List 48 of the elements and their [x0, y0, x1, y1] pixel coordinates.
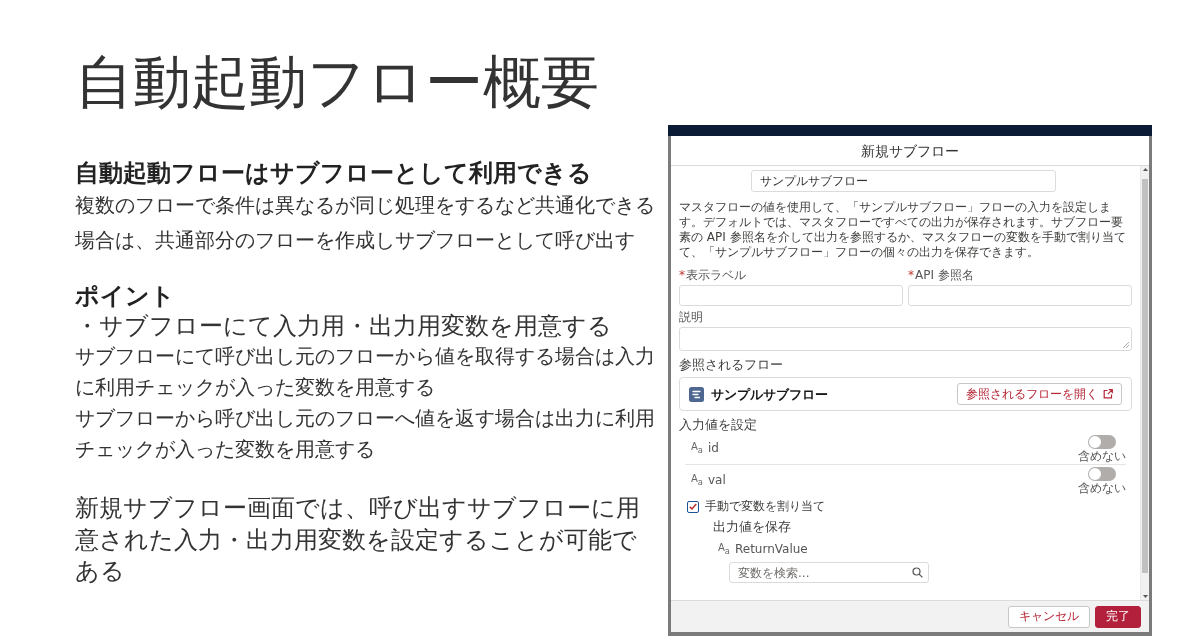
text-input[interactable] — [679, 285, 903, 306]
slide-title: 自動起動フロー概要 — [75, 48, 599, 116]
variable-name: ReturnValue — [734, 542, 808, 557]
flow-field[interactable]: サンプルサブフロー — [751, 170, 1056, 192]
point-detail: サブフローにて呼び出し元のフローから値を取得する場合は入力に利用チェックが入った変数を用意する — [75, 344, 656, 401]
check-icon — [689, 503, 697, 510]
type-indicator: A$_{a}$ — [718, 541, 730, 558]
scroll-up-icon — [1142, 168, 1148, 171]
type-indicator: A$_{a}$ — [691, 440, 703, 457]
scroll-down-icon — [1142, 595, 1148, 598]
scrollbar[interactable] — [1140, 166, 1149, 600]
checkbox[interactable] — [687, 500, 699, 513]
dialog-title: 新規サブフロー — [861, 141, 959, 160]
section-heading: 参照されるフロー — [679, 357, 783, 373]
help-text: マスタフローの値を使用して、「サンプルサブフロー」フローの入力を設定します。デフォルトでは、マスタフローですべての出力が保存されます。サブフロー要素の API 参照名を介して出力を参照するか、マスタフローの変数を手動で割り当てて、「サンプルサブフロー」フローの個々の出力を保存できます。 — [679, 200, 1127, 260]
checkbox-label: 手動で変数を割り当て — [705, 499, 825, 514]
field-label: 説明 — [679, 310, 703, 325]
flow-icon — [689, 386, 704, 402]
variable-name: val — [707, 473, 726, 488]
search-icon — [912, 567, 923, 578]
intro-paragraph: 複数のフローで条件は異なるが同じ処理をするなど共通化できる場合は、共通部分のフローを作成しサブフローとして呼び出す — [75, 192, 656, 254]
resize-grip-icon — [1123, 342, 1129, 348]
open-flow-button[interactable]: 参照されるフローを開く — [957, 383, 1122, 405]
variable-search-field[interactable]: 変数を検索... — [729, 562, 929, 583]
point-detail: サブフローから呼び出し元のフローへ値を返す場合は出力に利用チェックが入った変数を用意する — [75, 406, 656, 463]
field-label: 表示ラベル — [686, 268, 746, 283]
text-input[interactable] — [908, 285, 1132, 306]
toggle-switch[interactable] — [1088, 434, 1116, 449]
type-indicator: A$_{a}$ — [691, 472, 703, 489]
variable-name: id — [707, 441, 719, 456]
point-bullet: ・サブフローにて入力用・出力用変数を用意する — [75, 311, 612, 341]
point-heading: ポイント — [75, 281, 175, 311]
description-textarea[interactable] — [679, 327, 1132, 351]
required-mark: * — [679, 268, 685, 283]
scrollbar-thumb[interactable] — [1142, 179, 1148, 573]
toggle-label: 含めない — [1078, 448, 1126, 463]
required-mark: * — [908, 268, 914, 283]
flow-name: サンプルサブフロー — [711, 386, 828, 402]
done-button[interactable]: 完了 — [1095, 605, 1141, 628]
toggle-switch[interactable] — [1088, 466, 1116, 481]
slide-heading: 自動起動フローはサブフローとして利用できる — [75, 158, 592, 188]
section-heading: 出力値を保存 — [713, 519, 791, 535]
summary-paragraph: 新規サブフロー画面では、呼び出すサブフローに用意された入力・出力用変数を設定することが可能である — [75, 493, 641, 587]
external-link-icon — [1103, 389, 1113, 399]
section-heading: 入力値を設定 — [679, 417, 757, 433]
cancel-button[interactable]: キャンセル — [1008, 605, 1090, 628]
toggle-label: 含めない — [1078, 480, 1126, 495]
field-label: API 参照名 — [915, 268, 974, 283]
